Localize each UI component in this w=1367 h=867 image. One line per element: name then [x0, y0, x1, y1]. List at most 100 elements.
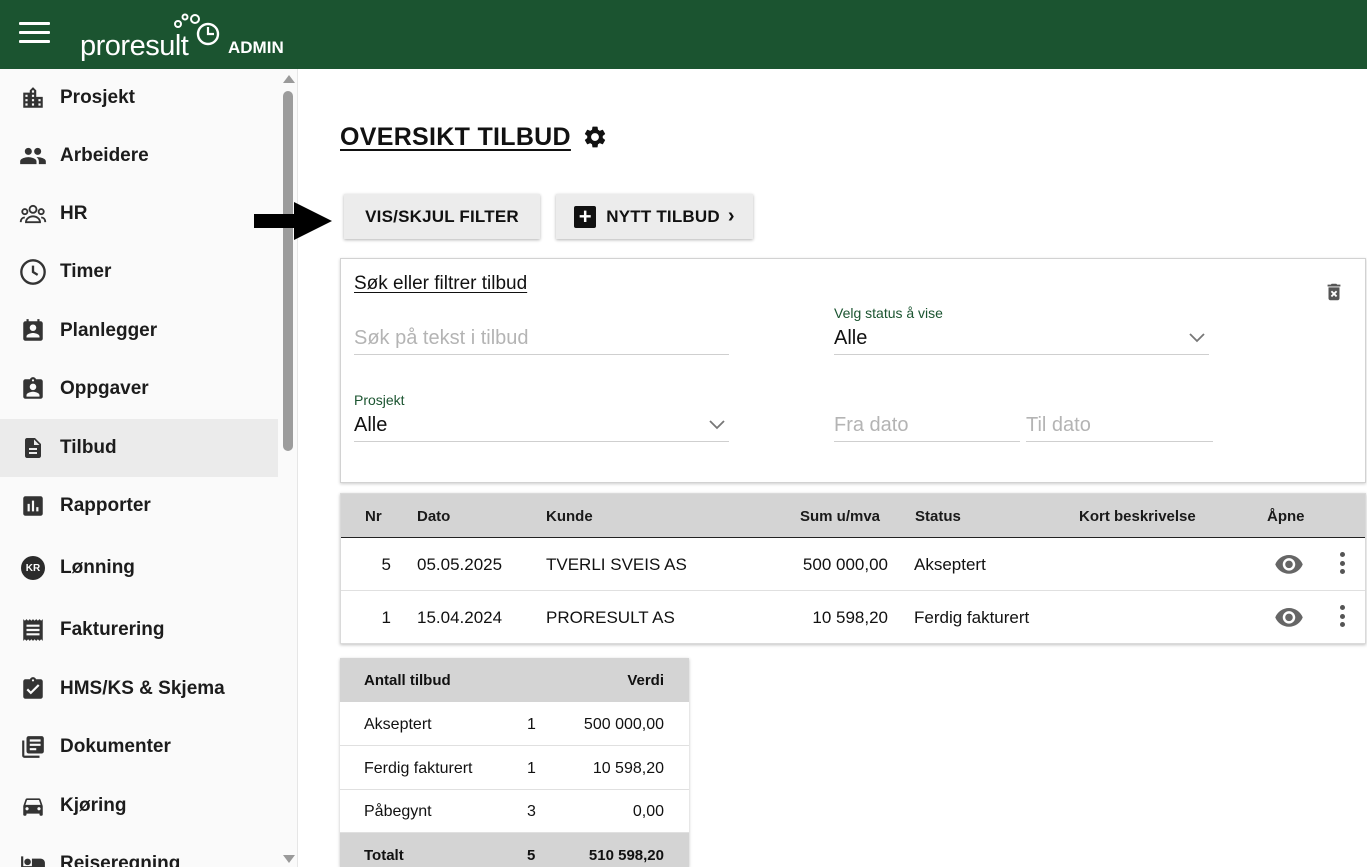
hotel-icon	[19, 850, 47, 867]
scroll-thumb[interactable]	[283, 91, 293, 451]
column-header-date[interactable]: Dato	[417, 508, 450, 525]
search-input[interactable]: Søk på tekst i tilbud	[354, 323, 729, 355]
status-select-label: Velg status å vise	[834, 305, 943, 321]
sidebar-item-label: Oppgaver	[60, 378, 149, 399]
kr-badge: KR	[21, 556, 45, 580]
gear-icon[interactable]	[582, 124, 608, 150]
column-header-status[interactable]: Status	[915, 508, 961, 525]
cell-customer: PRORESULT AS	[546, 608, 675, 627]
sidebar-item-hms[interactable]: HMS/KS & Skjema	[0, 660, 278, 718]
cell-sum: 500 000,00	[802, 555, 888, 574]
group-icon	[19, 200, 47, 228]
add-box-icon: +	[574, 205, 597, 228]
new-offer-button[interactable]: + NYTT TILBUD ›	[556, 194, 753, 239]
logo-clock-icon	[174, 13, 220, 46]
from-date-input[interactable]: Fra dato	[834, 410, 1020, 442]
contact-calendar-icon	[19, 317, 47, 345]
page-title: OVERSIKT TILBUD	[340, 123, 571, 151]
sidebar-item-timer[interactable]: Timer	[0, 243, 278, 301]
summary-header-label: Antall tilbud	[364, 672, 451, 689]
clipboard-person-icon	[19, 375, 47, 403]
clear-filter-trash-icon[interactable]	[1323, 279, 1345, 305]
pointer-arrow-icon	[254, 202, 332, 240]
summary-total-value: 510 598,20	[588, 847, 664, 864]
building-icon	[19, 84, 47, 112]
summary-total-count: 5	[527, 847, 536, 864]
summary-label: Ferdig fakturert	[364, 760, 473, 777]
column-header-description[interactable]: Kort beskrivelse	[1079, 508, 1196, 525]
sidebar-item-dokumenter[interactable]: Dokumenter	[0, 718, 278, 776]
summary-value: 500 000,00	[583, 716, 664, 733]
table-row[interactable]: 1 15.04.2024 PRORESULT AS 10 598,20 Ferd…	[341, 591, 1365, 644]
project-select-value: Alle	[354, 414, 388, 436]
eye-icon[interactable]	[1274, 608, 1304, 628]
sidebar-scrollbar[interactable]	[280, 69, 296, 867]
more-vert-icon[interactable]	[1340, 552, 1346, 576]
column-header-open: Åpne	[1267, 508, 1305, 525]
column-header-sum[interactable]: Sum u/mva	[800, 508, 880, 525]
clock-icon	[19, 258, 47, 286]
sidebar: Prosjekt Arbeidere HR Timer Planlegger O…	[0, 69, 298, 867]
top-app-bar: proresult ADMIN	[0, 0, 1367, 69]
sidebar-item-label: Timer	[60, 261, 112, 282]
kr-badge-icon: KR	[19, 554, 47, 582]
summary-table: Antall tilbud Verdi Akseptert 1 500 000,…	[340, 658, 689, 867]
sidebar-item-prosjekt[interactable]: Prosjekt	[0, 69, 278, 127]
sidebar-item-label: Kjøring	[60, 795, 127, 816]
cell-status: Akseptert	[914, 555, 986, 574]
to-date-placeholder: Til dato	[1026, 414, 1091, 436]
summary-row: Akseptert 1 500 000,00	[340, 702, 689, 746]
chevron-right-icon: ›	[727, 205, 735, 227]
search-placeholder: Søk på tekst i tilbud	[354, 327, 529, 349]
sidebar-item-tilbud[interactable]: Tilbud	[0, 419, 278, 477]
sidebar-item-lonning[interactable]: KR Lønning	[0, 539, 278, 597]
sidebar-item-label: Prosjekt	[60, 87, 135, 108]
sidebar-item-planlegger[interactable]: Planlegger	[0, 302, 278, 360]
scroll-up-arrow-icon[interactable]	[283, 75, 295, 83]
project-select-label: Prosjekt	[354, 392, 405, 408]
clipboard-check-icon	[19, 675, 47, 703]
summary-value: 10 598,20	[592, 760, 664, 777]
sidebar-item-label: HMS/KS & Skjema	[60, 678, 225, 699]
bar-chart-icon	[19, 492, 47, 520]
menu-icon[interactable]	[19, 22, 50, 44]
filter-panel: Søk eller filtrer tilbud Søk på tekst i …	[340, 258, 1366, 483]
cell-customer: TVERLI SVEIS AS	[546, 555, 687, 574]
sidebar-item-label: Fakturering	[60, 619, 165, 640]
to-date-input[interactable]: Til dato	[1026, 410, 1213, 442]
offers-table: Nr Dato Kunde Sum u/mva Status Kort besk…	[340, 493, 1366, 644]
role-label: ADMIN	[228, 38, 284, 57]
more-vert-icon[interactable]	[1340, 605, 1346, 629]
summary-label: Akseptert	[364, 716, 432, 733]
sidebar-item-kjoring[interactable]: Kjøring	[0, 777, 278, 835]
cell-status: Ferdig fakturert	[914, 608, 1030, 627]
sidebar-item-rapporter[interactable]: Rapporter	[0, 477, 278, 535]
cell-sum: 10 598,20	[812, 608, 888, 627]
sidebar-item-oppgaver[interactable]: Oppgaver	[0, 360, 278, 418]
eye-icon[interactable]	[1274, 555, 1304, 575]
receipt-icon	[19, 616, 47, 644]
new-offer-label: NYTT TILBUD	[606, 206, 720, 226]
cell-nr: 5	[381, 555, 391, 574]
filter-title: Søk eller filtrer tilbud	[354, 273, 528, 294]
column-header-nr[interactable]: Nr	[365, 508, 382, 525]
summary-header: Antall tilbud Verdi	[340, 658, 689, 702]
cell-nr: 1	[381, 608, 391, 627]
sidebar-item-hr[interactable]: HR	[0, 185, 278, 243]
sidebar-item-fakturering[interactable]: Fakturering	[0, 601, 278, 659]
toggle-filter-button[interactable]: VIS/SKJUL FILTER	[344, 194, 540, 239]
scroll-down-arrow-icon[interactable]	[283, 855, 295, 863]
summary-row: Påbegynt 3 0,00	[340, 789, 689, 833]
table-row[interactable]: 5 05.05.2025 TVERLI SVEIS AS 500 000,00 …	[341, 538, 1365, 591]
from-date-placeholder: Fra dato	[834, 414, 909, 436]
summary-count: 1	[527, 760, 536, 777]
table-header: Nr Dato Kunde Sum u/mva Status Kort besk…	[341, 494, 1365, 538]
status-select[interactable]: Velg status å vise Alle	[834, 305, 1209, 355]
status-select-value: Alle	[834, 327, 868, 349]
summary-total-label: Totalt	[364, 847, 404, 864]
summary-value: 0,00	[632, 803, 664, 820]
project-select[interactable]: Prosjekt Alle	[354, 392, 729, 442]
sidebar-item-reiseregning[interactable]: Reiseregning	[0, 835, 278, 867]
column-header-customer[interactable]: Kunde	[546, 508, 593, 525]
sidebar-item-arbeidere[interactable]: Arbeidere	[0, 127, 278, 185]
